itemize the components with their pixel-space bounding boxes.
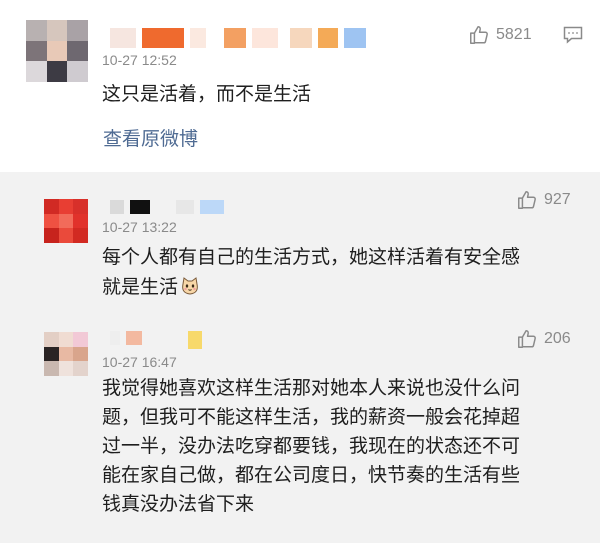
thumbs-up-icon	[470, 26, 488, 44]
reply-text-line: 每个人都有自己的生活方式，她这样活着有安全感	[102, 246, 521, 268]
like-button[interactable]: 927	[516, 189, 571, 211]
comment-time: 10-27 12:52	[102, 52, 177, 68]
like-button[interactable]: 5821	[468, 24, 532, 46]
comment-icon[interactable]	[563, 26, 583, 44]
username[interactable]	[110, 28, 366, 48]
reply-text-line: 钱真没办法省下来	[102, 493, 255, 515]
thumbs-up-icon	[518, 191, 536, 209]
username[interactable]	[110, 331, 202, 349]
avatar[interactable]	[44, 199, 88, 243]
cat-emoji-icon	[182, 277, 198, 295]
view-original-weibo-link[interactable]: 查看原微博	[103, 124, 198, 151]
avatar[interactable]	[26, 20, 88, 82]
thumbs-up-icon	[518, 330, 536, 348]
reply-item: 10-27 16:47 我觉得她喜欢这样生活那对她本人来说也没什么问 题，但我可…	[0, 313, 600, 543]
reply-text: 我觉得她喜欢这样生活那对她本人来说也没什么问 题，但我可不能这样生活，我的薪资一…	[102, 374, 582, 519]
like-count: 927	[544, 191, 571, 208]
reply-time: 10-27 13:22	[102, 219, 177, 235]
comment-text: 这只是活着，而不是生活	[102, 83, 312, 105]
like-count: 206	[544, 330, 571, 347]
reply-text-line: 过一半，没办法吃穿都要钱，我现在的状态还不可	[102, 435, 521, 457]
reply-text-line: 我觉得她喜欢这样生活那对她本人来说也没什么问	[102, 377, 521, 399]
reply-text-line: 题，但我可不能这样生活，我的薪资一般会花掉超	[102, 406, 521, 428]
reply-text-line: 就是生活	[102, 272, 572, 302]
reply-item: 10-27 13:22 每个人都有自己的生活方式，她这样活着有安全感 就是生活 …	[0, 172, 600, 313]
reply-text-line-2: 就是生活	[102, 276, 179, 298]
like-button[interactable]: 206	[516, 328, 571, 350]
reply-text: 每个人都有自己的生活方式，她这样活着有安全感 就是生活	[102, 242, 572, 302]
reply-time: 10-27 16:47	[102, 354, 177, 370]
avatar[interactable]	[44, 332, 88, 376]
like-count: 5821	[496, 26, 532, 43]
reply-text-line: 能在家自己做，都在公司度日，快节奏的生活有些	[102, 464, 521, 486]
main-comment: 10-27 12:52 这只是活着，而不是生活 查看原微博 5821	[0, 0, 600, 172]
username[interactable]	[110, 200, 224, 214]
